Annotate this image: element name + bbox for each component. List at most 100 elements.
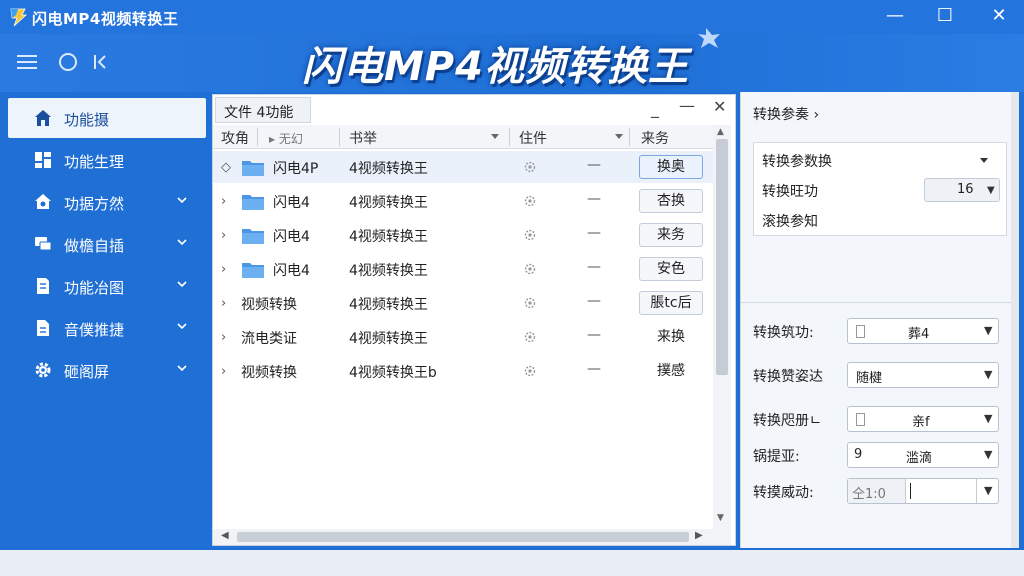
sidebar-item-house-settings[interactable]: 功据方然 <box>8 182 206 222</box>
setting-select[interactable]: 9 滥滴 ▼ <box>847 442 999 468</box>
row-dash: — <box>587 327 601 343</box>
select-value: 9 <box>854 447 863 462</box>
scroll-up-icon[interactable]: ▲ <box>717 127 724 137</box>
select-value: 随楗 <box>856 371 883 386</box>
table-row[interactable]: › 视频转换 4视频转换王b — 撲感 <box>213 355 713 387</box>
sidebar: 功能摄 功能生理 功据方然 做檐自插 功能冶图 音僕推捷 砸阁屏 <box>0 92 206 550</box>
column-header-4[interactable]: 来务 <box>641 128 669 148</box>
circle-icon[interactable] <box>58 52 78 72</box>
setting-select[interactable]: 随楗 ▼ <box>847 362 999 388</box>
checkbox-icon[interactable] <box>856 325 865 338</box>
panel-maximize-button[interactable]: — <box>679 96 695 115</box>
sidebar-item-dashboard[interactable]: 功能生理 <box>8 140 206 180</box>
scroll-thumb[interactable] <box>716 139 728 375</box>
settings-icon[interactable] <box>523 364 537 378</box>
sidebar-item-label: 功能摄 <box>64 111 110 129</box>
checkbox-icon[interactable] <box>856 413 865 426</box>
row-action-button[interactable]: 撲感 <box>639 359 703 383</box>
setting-select[interactable]: 亲f ▼ <box>847 406 999 432</box>
maximize-button[interactable]: ☐ <box>930 4 960 28</box>
minimize-button[interactable]: — <box>880 4 910 28</box>
settings-panel: 转换参奏 › 转换参数换 转换旺功 16 ▼ 滚换参知 转换筑功: 葬4 ▼ 转… <box>740 92 1019 548</box>
setting-combo-input[interactable]: 仝1:0 ▼ <box>847 478 999 504</box>
table-row[interactable]: › 闪电4 4视频转换王 — 安色 <box>213 253 713 285</box>
row-action-button[interactable]: 换奥 <box>639 155 703 179</box>
table-row[interactable]: › 闪电4 4视频转换王 — 杏换 <box>213 185 713 217</box>
settings-icon[interactable] <box>523 330 537 344</box>
sidebar-item-file[interactable]: 音僕推捷 <box>8 308 206 348</box>
settings-icon[interactable] <box>523 262 537 276</box>
dropdown-caret-icon[interactable] <box>980 158 988 163</box>
chevron-down-icon[interactable]: ▼ <box>984 484 992 497</box>
settings-icon[interactable] <box>523 194 537 208</box>
row-action-button[interactable]: 来换 <box>639 325 703 349</box>
hero-title: 闪电MP4视频转换王 <box>302 44 689 90</box>
settings-icon[interactable] <box>523 296 537 310</box>
chevron-down-icon: ▼ <box>984 324 993 337</box>
column-header-2[interactable]: 书举 <box>349 128 377 148</box>
params-count-select[interactable]: 16 ▼ <box>924 178 1000 202</box>
panel-minimize-button[interactable]: _ <box>651 99 659 118</box>
column-header-1b[interactable]: ▸ 无幻 <box>269 130 303 147</box>
vertical-scrollbar[interactable]: ▲ ▼ <box>713 125 731 529</box>
chevron-down-icon: ▼ <box>984 448 993 461</box>
row-action-button[interactable]: 来务 <box>639 223 703 247</box>
close-button[interactable]: ✕ <box>984 4 1014 28</box>
scroll-thumb[interactable] <box>237 532 689 542</box>
expand-chevron-icon[interactable]: › <box>221 364 226 379</box>
file-panel: 文件 4功能 _ — ✕ 攻角 ▸ 无幻 书举 住件 来务 ◇ 闪电4P 4视频转换… <box>212 94 736 546</box>
folder-icon <box>242 263 264 278</box>
expand-chevron-icon[interactable]: › <box>221 228 226 243</box>
settings-title[interactable]: 转换参奏 › <box>753 104 819 124</box>
settings-icon[interactable] <box>523 160 537 174</box>
row-action-button[interactable]: 安色 <box>639 257 703 281</box>
expand-chevron-icon[interactable]: › <box>221 330 226 345</box>
setting-field: 转摸威动: 仝1:0 ▼ <box>753 478 1005 504</box>
panel-close-button[interactable]: ✕ <box>713 97 726 116</box>
expand-chevron-icon[interactable]: › <box>221 262 226 277</box>
table-row[interactable]: › 闪电4 4视频转换王 — 来务 <box>213 219 713 251</box>
column-header-1[interactable]: 攻角 <box>221 128 249 148</box>
scroll-left-icon[interactable]: ◀ <box>221 530 229 541</box>
row-action-button[interactable]: 脹tc后 <box>639 291 703 315</box>
setting-label: 转摸威动: <box>753 485 814 501</box>
tab-file-functions[interactable]: 文件 4功能 <box>215 97 311 123</box>
column-header-3[interactable]: 住件 <box>519 128 547 148</box>
table-row[interactable]: ◇ 闪电4P 4视频转换王 — 换奥 <box>213 151 713 183</box>
setting-select[interactable]: 葬4 ▼ <box>847 318 999 344</box>
params-dropdown-label[interactable]: 转换参数换 <box>762 151 832 171</box>
table-row[interactable]: › 视频转换 4视频转换王 — 脹tc后 <box>213 287 713 319</box>
sidebar-item-chat[interactable]: 做檐自插 <box>8 224 206 264</box>
scroll-right-icon[interactable]: ▶ <box>695 530 703 541</box>
table-header: 攻角 ▸ 无幻 书举 住件 来务 <box>213 125 713 149</box>
folder-icon <box>242 161 264 176</box>
expand-chevron-icon[interactable]: › <box>221 296 226 311</box>
sort-caret-icon[interactable] <box>491 134 499 139</box>
column-divider <box>257 128 258 146</box>
expand-chevron-icon[interactable]: › <box>221 194 226 209</box>
sidebar-item-label: 功据方然 <box>64 195 125 213</box>
chat-icon <box>35 237 52 251</box>
sort-caret-icon[interactable] <box>615 134 623 139</box>
row-name: 视频转换 <box>241 365 297 381</box>
row-dash: — <box>587 157 601 173</box>
hamburger-icon[interactable] <box>16 52 38 72</box>
expand-chevron-icon[interactable]: ◇ <box>221 160 231 175</box>
sidebar-item-document[interactable]: 功能冶图 <box>8 266 206 306</box>
settings-icon[interactable] <box>523 228 537 242</box>
sidebar-item-settings[interactable]: 砸阁屏 <box>8 350 206 390</box>
table-row[interactable]: › 流电类证 4视频转换王 — 来换 <box>213 321 713 353</box>
document-icon <box>37 278 49 294</box>
scroll-down-icon[interactable]: ▼ <box>717 513 724 523</box>
settings-scrollbar[interactable] <box>1011 92 1019 548</box>
row-action-button[interactable]: 杏换 <box>639 189 703 213</box>
app-title: 闪电MP4视频转换王 <box>32 10 179 28</box>
params-row-label: 转换旺功 <box>762 184 818 200</box>
horizontal-scrollbar[interactable]: ◀ ▶ <box>213 529 731 545</box>
collapse-icon[interactable] <box>92 52 108 72</box>
conversion-params-card: 转换参数换 转换旺功 16 ▼ 滚换参知 <box>753 142 1007 236</box>
sidebar-item-home[interactable]: 功能摄 <box>8 98 206 138</box>
setting-label: 锅提亚: <box>753 449 800 465</box>
setting-label: 转换筑功: <box>753 325 814 341</box>
select-value: 16 <box>957 182 974 197</box>
